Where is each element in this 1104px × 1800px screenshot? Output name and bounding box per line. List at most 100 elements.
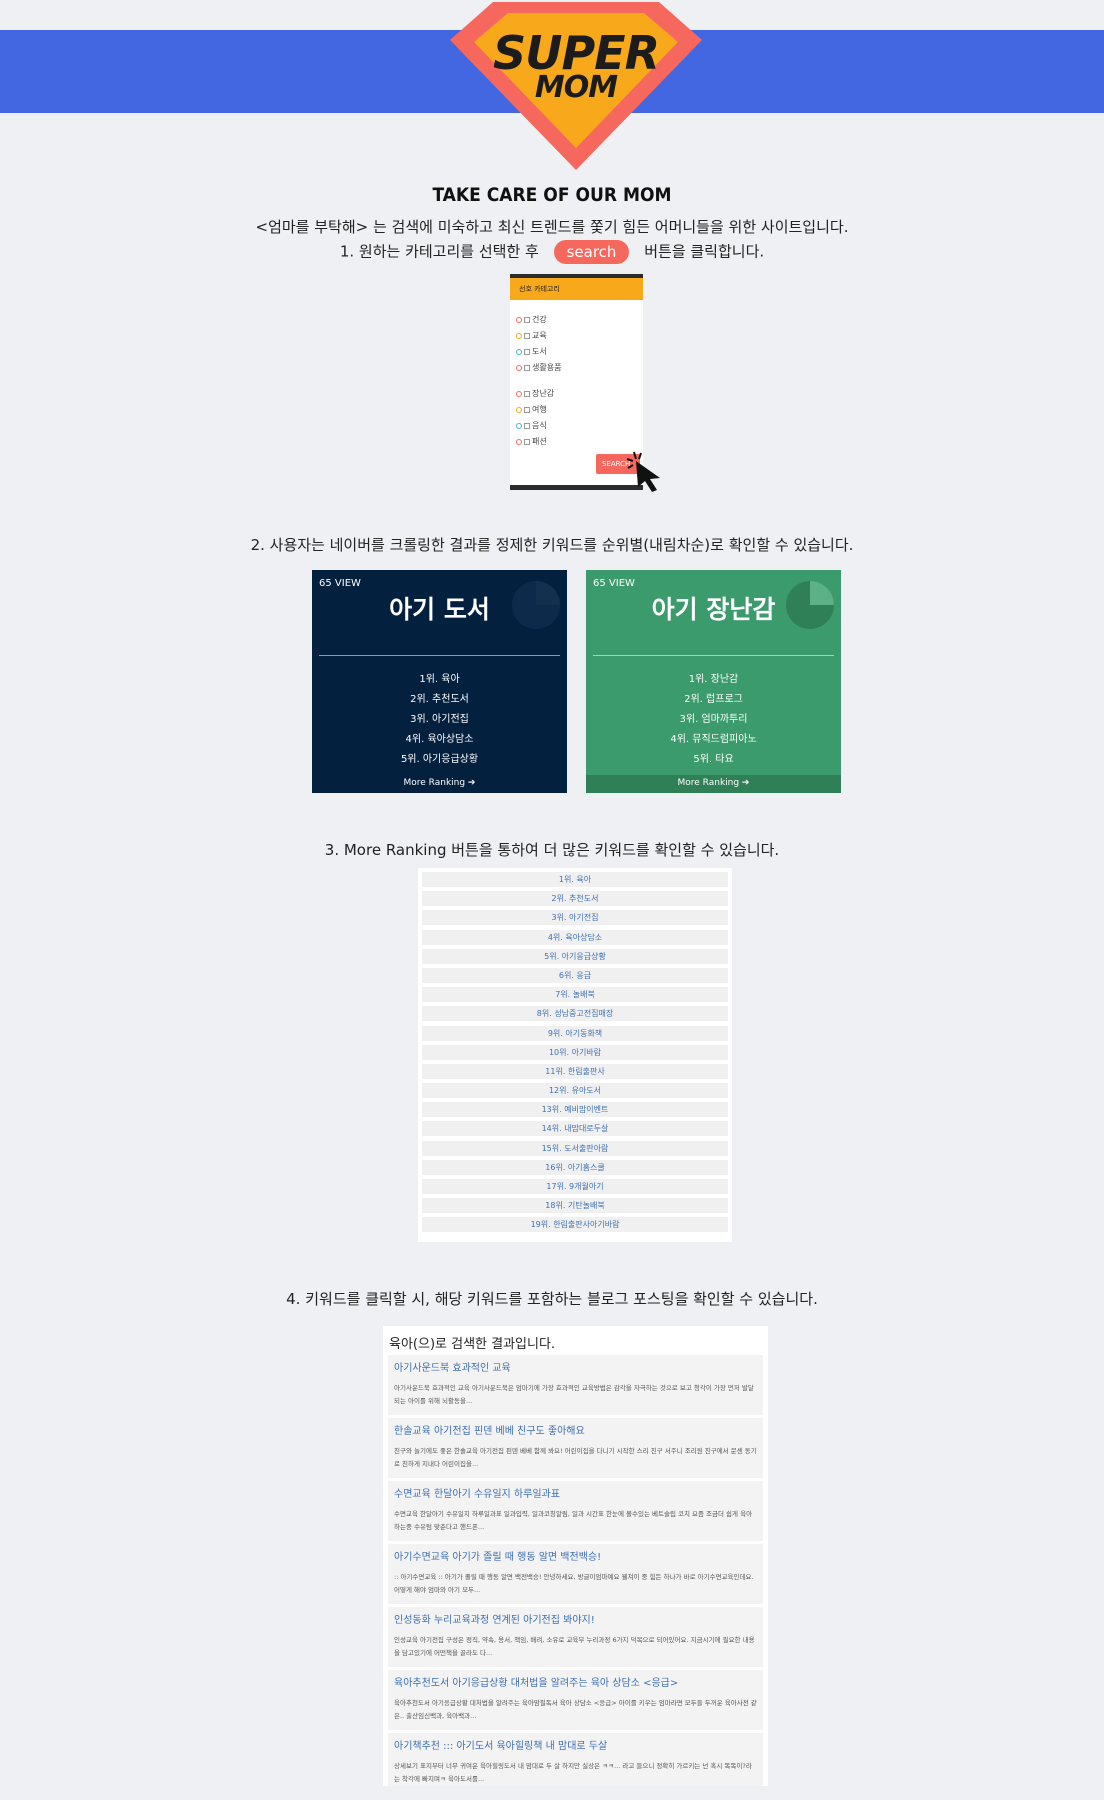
rank-item[interactable]: 5위. 아기응급상황 — [312, 750, 567, 765]
category-label: 장난감 — [532, 389, 555, 398]
rank-item[interactable]: 1위. 육아 — [312, 670, 567, 685]
blog-result-snippet: 친구와 놀기에도 좋은 한솔교육 아기전집 핀덴 베베 함께 봐요! 어린이집을… — [394, 1447, 757, 1468]
category-label: 건강 — [532, 315, 547, 324]
radio-icon — [516, 406, 522, 413]
radio-icon — [516, 316, 522, 323]
blog-result-title[interactable]: 아기수면교육 아기가 졸릴 때 행동 알면 백전백승! — [394, 1548, 757, 1563]
ranking-row[interactable]: 17위. 9개월아기 — [422, 1179, 728, 1194]
search-button-example[interactable]: search — [553, 240, 630, 264]
blog-result-title[interactable]: 수면교육 한달아기 수유일지 하루일과표 — [394, 1485, 757, 1500]
rank-item[interactable]: 3위. 엄마까투리 — [586, 710, 841, 725]
ranking-row[interactable]: 12위. 유아도서 — [422, 1083, 728, 1099]
step1-suffix: 버튼을 클릭합니다. — [644, 242, 765, 261]
category-label: 도서 — [532, 347, 547, 356]
blog-result-title[interactable]: 육아추천도서 아기응급상황 대처법을 알려주는 육아 상담소 <응급> — [394, 1674, 757, 1689]
rank-item[interactable]: 4위. 뮤직드럼피아노 — [586, 730, 841, 745]
results-header: 육아(으)로 검색한 결과입니다. — [389, 1337, 556, 1352]
divider — [319, 655, 560, 656]
category-item[interactable]: 여행 — [516, 404, 547, 415]
rank-item[interactable]: 2위. 럽프로그 — [586, 690, 841, 705]
more-ranking-button[interactable]: More Ranking ➔ — [312, 775, 567, 793]
checkbox-icon — [524, 332, 530, 339]
rank-item[interactable]: 5위. 타요 — [586, 750, 841, 765]
blog-result-snippet: 상세보기 표지부터 너무 귀여운 육아힐링도서 내 맘대로 두 살 하지만 실상… — [394, 1762, 752, 1783]
view-count: 65 VIEW — [593, 578, 635, 589]
ranking-row[interactable]: 7위. 놀배북 — [422, 987, 728, 1003]
blog-result-snippet: 아기사운드북 효과적인 교육 아기사운드북은 엄마기에 가장 효과적인 교육방법… — [394, 1384, 754, 1405]
ranking-row[interactable]: 5위. 아기응급상황 — [422, 948, 728, 964]
ranking-row[interactable]: 1위. 육아 — [422, 872, 728, 887]
blog-result-snippet: 인성교육 아기전집 구성은 정직, 약속, 용서, 책임, 배려, 소유로 교육… — [394, 1636, 755, 1657]
radio-icon — [516, 390, 522, 397]
blog-result-snippet: 수면교육 한달아기 수유일지 하루일과표 일과입력, 일과코칭알림, 일과 시간… — [394, 1510, 753, 1531]
blog-result-snippet: 육아추천도서 아기응급상황 대처법을 알려주는 육아맘필독서 육아 상담소 <응… — [394, 1699, 757, 1720]
ranking-row[interactable]: 11위. 한림출판사 — [422, 1063, 728, 1079]
ranking-row[interactable]: 2위. 추천도서 — [422, 891, 728, 907]
radio-icon — [516, 364, 522, 371]
blog-result-snippet: :: 아기수면교육 :: 아기가 졸릴 때 행동 알면 백전백승! 안녕하세요,… — [394, 1573, 754, 1594]
radio-icon — [516, 438, 522, 445]
ranking-row[interactable]: 8위. 성남중고전집매장 — [422, 1006, 728, 1022]
checkbox-icon — [524, 406, 530, 413]
step2-text: 2. 사용자는 네이버를 크롤링한 결과를 정제한 키워드를 순위별(내림차순)… — [250, 536, 854, 554]
rank-item[interactable]: 4위. 육아상담소 — [312, 730, 567, 745]
ranking-row[interactable]: 13위. 예비맘이벤트 — [422, 1102, 728, 1118]
category-item[interactable]: 교육 — [516, 330, 547, 341]
blog-result[interactable]: 한솔교육 아기전집 핀덴 베베 친구도 좋아해요친구와 놀기에도 좋은 한솔교육… — [388, 1418, 763, 1478]
radio-icon — [516, 348, 522, 355]
category-item[interactable]: 음식 — [516, 420, 547, 431]
category-label: 음식 — [532, 421, 547, 430]
divider — [593, 655, 834, 656]
category-label: 생활용품 — [532, 363, 562, 372]
rank-item[interactable]: 3위. 아기전집 — [312, 710, 567, 725]
category-label: 패션 — [532, 437, 547, 446]
ranking-row[interactable]: 3위. 아기전집 — [422, 910, 728, 926]
ranking-row[interactable]: 10위. 아기바람 — [422, 1044, 728, 1060]
checkbox-icon — [524, 316, 530, 323]
category-item[interactable]: 생활용품 — [516, 362, 561, 373]
category-item[interactable]: 장난감 — [516, 388, 554, 399]
checkbox-icon — [524, 438, 530, 445]
ranking-row[interactable]: 15위. 도서출판아람 — [422, 1140, 728, 1156]
blog-result-title[interactable]: 아기사운드북 효과적인 교육 — [394, 1359, 757, 1374]
radio-icon — [516, 332, 522, 339]
blog-result[interactable]: 아기사운드북 효과적인 교육아기사운드북 효과적인 교육 아기사운드북은 엄마기… — [388, 1355, 763, 1415]
category-selector-preview: 선호 카테고리 건강 교육 도서 생활용품 장난감 여행 음식 패션 SEARC… — [510, 274, 643, 490]
full-ranking-list: 1위. 육아 2위. 추천도서 3위. 아기전집 4위. 육아상담소 5위. 아기응급상… — [418, 868, 732, 1242]
blog-result-title[interactable]: 인성동화 누리교육과정 연계된 아기전집 봐야지! — [394, 1611, 757, 1626]
rank-item[interactable]: 1위. 장난감 — [586, 670, 841, 685]
ranking-row[interactable]: 16위. 아기홈스쿨 — [422, 1159, 728, 1175]
blog-result[interactable]: 육아추천도서 아기응급상황 대처법을 알려주는 육아 상담소 <응급> 육아추천도… — [388, 1670, 763, 1730]
ranking-card-baby-toys: 65 VIEW 아기 장난감 1위. 장난감 2위. 럽프로그 3위. 엄마까투… — [586, 570, 841, 793]
blog-result-title[interactable]: 아기책추천 ::: 아기도서 육아힐링책 내 맘대로 두살 — [394, 1737, 757, 1752]
category-item[interactable]: 건강 — [516, 314, 547, 325]
category-label: 교육 — [532, 331, 547, 340]
checkbox-icon — [524, 422, 530, 429]
logo-mom-text: MOM — [534, 70, 618, 105]
pie-chart-icon — [512, 581, 560, 629]
ranking-row[interactable]: 6위. 응급 — [422, 967, 728, 983]
ranking-card-baby-books: 65 VIEW 아기 도서 1위. 육아 2위. 추천도서 3위. 아기전집 4… — [312, 570, 567, 793]
category-label: 여행 — [532, 405, 547, 414]
blog-result[interactable]: 수면교육 한달아기 수유일지 하루일과표수면교육 한달아기 수유일지 하루일과표… — [388, 1481, 763, 1541]
ranking-row[interactable]: 18위. 기탄놀배북 — [422, 1198, 728, 1214]
blog-result[interactable]: 인성동화 누리교육과정 연계된 아기전집 봐야지! 인성교육 아기전집 구성은 정… — [388, 1607, 763, 1667]
super-mom-logo[interactable]: SUPER MOM — [448, 0, 704, 172]
more-ranking-button[interactable]: More Ranking ➔ — [586, 775, 841, 793]
ranking-row[interactable]: 9위. 아기동화책 — [422, 1025, 728, 1041]
category-item[interactable]: 패션 — [516, 436, 547, 447]
step4-text: 4. 키워드를 클릭할 시, 해당 키워드를 포함하는 블로그 포스팅을 확인할… — [286, 1290, 818, 1308]
ranking-row[interactable]: 4위. 육아상담소 — [422, 929, 728, 945]
step1-prefix: 1. 원하는 카테고리를 선택한 후 — [339, 242, 539, 261]
rank-item[interactable]: 2위. 추천도서 — [312, 690, 567, 705]
step1-text: 1. 원하는 카테고리를 선택한 후 search 버튼을 클릭합니다. — [0, 240, 1104, 264]
step3-text: 3. More Ranking 버튼을 통하여 더 많은 키워드를 확인할 수 … — [324, 841, 780, 859]
click-cursor-icon — [626, 451, 660, 492]
blog-result-title[interactable]: 한솔교육 아기전집 핀덴 베베 친구도 좋아해요 — [394, 1422, 757, 1437]
ranking-row[interactable]: 14위. 내맘대로두살 — [422, 1121, 728, 1137]
blog-result[interactable]: 아기책추천 ::: 아기도서 육아힐링책 내 맘대로 두살상세보기 표지부터 너… — [388, 1733, 763, 1786]
blog-result[interactable]: 아기수면교육 아기가 졸릴 때 행동 알면 백전백승!:: 아기수면교육 :: … — [388, 1544, 763, 1604]
ranking-row[interactable]: 19위. 한림출판사아기바람 — [422, 1217, 728, 1233]
category-item[interactable]: 도서 — [516, 346, 547, 357]
checkbox-icon — [524, 348, 530, 355]
